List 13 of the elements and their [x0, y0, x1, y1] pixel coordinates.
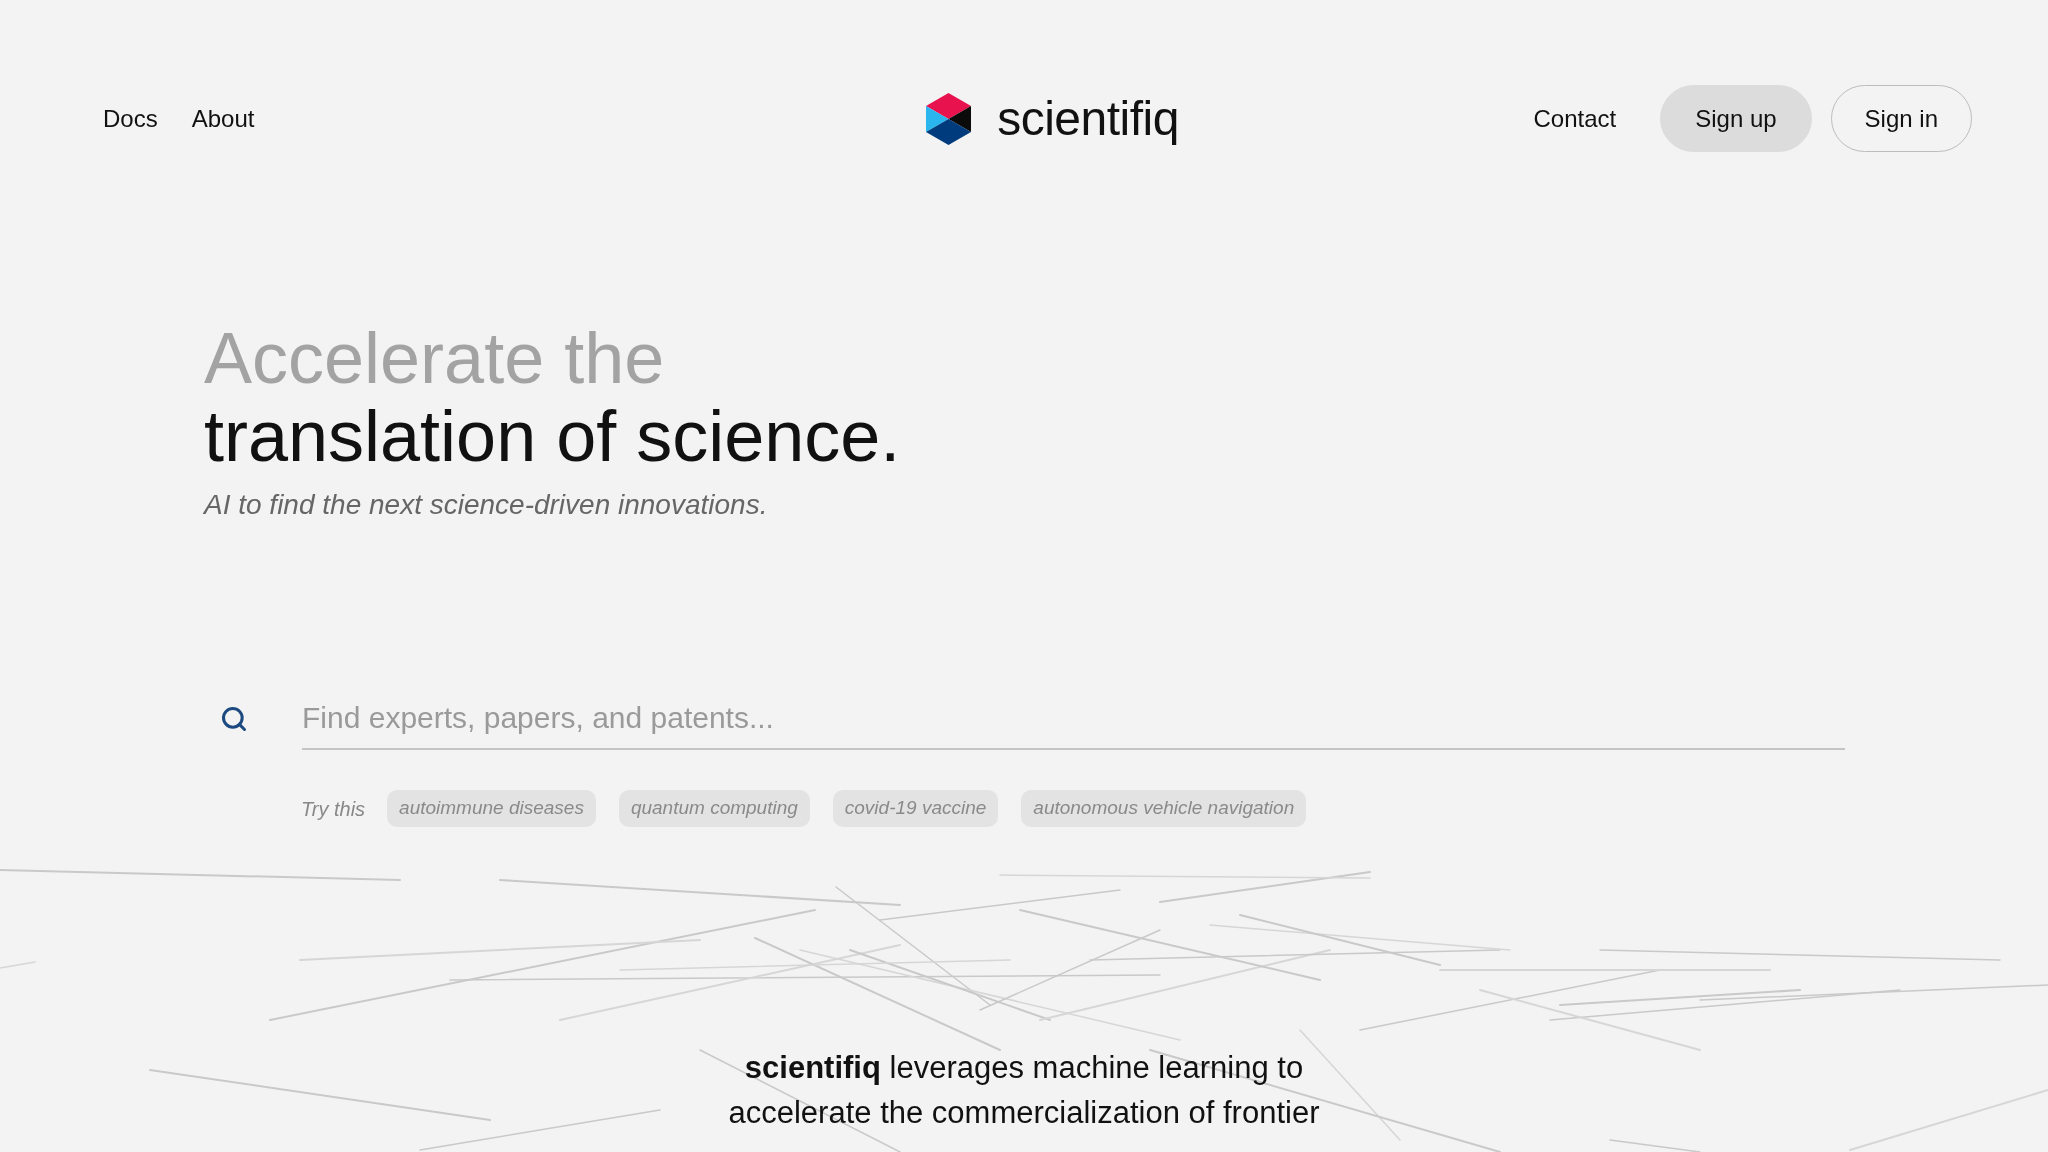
hexagon-logo-icon [926, 92, 972, 145]
nav-link[interactable]: Docs [103, 100, 158, 137]
hero-title: translation of science. [204, 397, 901, 475]
search-icon [220, 705, 248, 733]
search-field[interactable]: Find experts, papers, and patents... [302, 688, 1845, 750]
logo-wordmark[interactable]: scientifiq [997, 90, 1179, 147]
hero-subtitle: AI to find the next science-driven innovations. [204, 488, 768, 522]
try-this-label: Try this [301, 796, 366, 822]
about-paragraph: scientifiq leverages machine learning to accelerate the commercialization of frontier [727, 1049, 1321, 1132]
nav-link[interactable]: About [191, 100, 255, 137]
hero-title-light: Accelerate the [204, 319, 665, 397]
nav-link[interactable]: Contact [1533, 100, 1617, 137]
sign-up-button[interactable]: Sign up [1660, 85, 1812, 152]
